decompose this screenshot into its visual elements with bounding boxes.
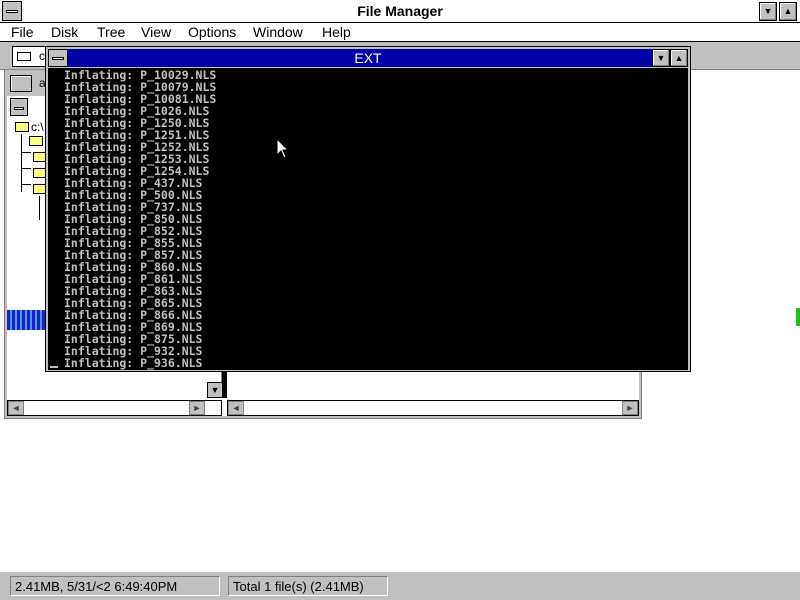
maximize-button[interactable]: ▲: [779, 2, 797, 21]
menu-file[interactable]: File: [11, 24, 34, 40]
mouse-pointer-icon: [276, 138, 290, 159]
root-folder-icon[interactable]: [15, 122, 29, 132]
menu-tree[interactable]: Tree: [97, 24, 125, 40]
status-bar: 2.41MB, 5/31/<2 6:49:40PM Total 1 file(s…: [0, 571, 800, 600]
ext-system-menu-button[interactable]: [48, 49, 68, 67]
tree-connector: [39, 196, 40, 220]
files-horizontal-scrollbar[interactable]: ◄ ►: [227, 400, 639, 416]
edge-indicator: [796, 308, 800, 326]
child-system-menu-button[interactable]: [10, 98, 28, 116]
menu-view[interactable]: View: [141, 24, 171, 40]
scroll-left-button[interactable]: ◄: [228, 401, 244, 415]
window-title: File Manager: [357, 3, 443, 19]
menu-window[interactable]: Window: [253, 24, 303, 40]
menu-disk[interactable]: Disk: [51, 24, 78, 40]
ext-titlebar[interactable]: EXT: [48, 49, 688, 67]
console-line: Inflating: P_936.NLS: [64, 356, 203, 370]
status-total-info: Total 1 file(s) (2.41MB): [228, 576, 388, 596]
ext-minimize-button[interactable]: ▼: [652, 49, 670, 67]
ext-maximize-button[interactable]: ▲: [670, 49, 688, 67]
tree-connector: [21, 152, 31, 153]
menu-help[interactable]: Help: [322, 24, 351, 40]
console-output[interactable]: Inflating: P_10029.NLS Inflating: P_10079…: [48, 68, 688, 370]
menu-bar: File Disk Tree View Options Window Help: [0, 23, 800, 42]
scroll-left-button[interactable]: ◄: [8, 401, 24, 415]
scroll-right-button[interactable]: ►: [189, 401, 205, 415]
menu-options[interactable]: Options: [188, 24, 236, 40]
ext-dos-window[interactable]: EXT ▼ ▲ Inflating: P_10029.NLS Inflating:…: [45, 46, 691, 372]
floppy-drive-icon[interactable]: [10, 75, 32, 92]
scroll-right-button[interactable]: ►: [622, 401, 638, 415]
text-cursor: [50, 366, 58, 368]
ext-title: EXT: [354, 50, 382, 66]
open-folder-icon[interactable]: [29, 136, 43, 146]
tree-connector: [21, 168, 31, 169]
tree-connector: [21, 184, 31, 185]
minimize-button[interactable]: ▼: [759, 2, 777, 21]
tree-root-label[interactable]: c:\: [31, 120, 44, 134]
tree-horizontal-scrollbar[interactable]: ◄ ►: [7, 400, 222, 416]
scroll-down-button[interactable]: ▼: [207, 382, 223, 398]
window-titlebar[interactable]: File Manager ▼ ▲: [0, 0, 800, 23]
status-selection-info: 2.41MB, 5/31/<2 6:49:40PM: [10, 576, 220, 596]
drive-icon: [17, 52, 31, 61]
